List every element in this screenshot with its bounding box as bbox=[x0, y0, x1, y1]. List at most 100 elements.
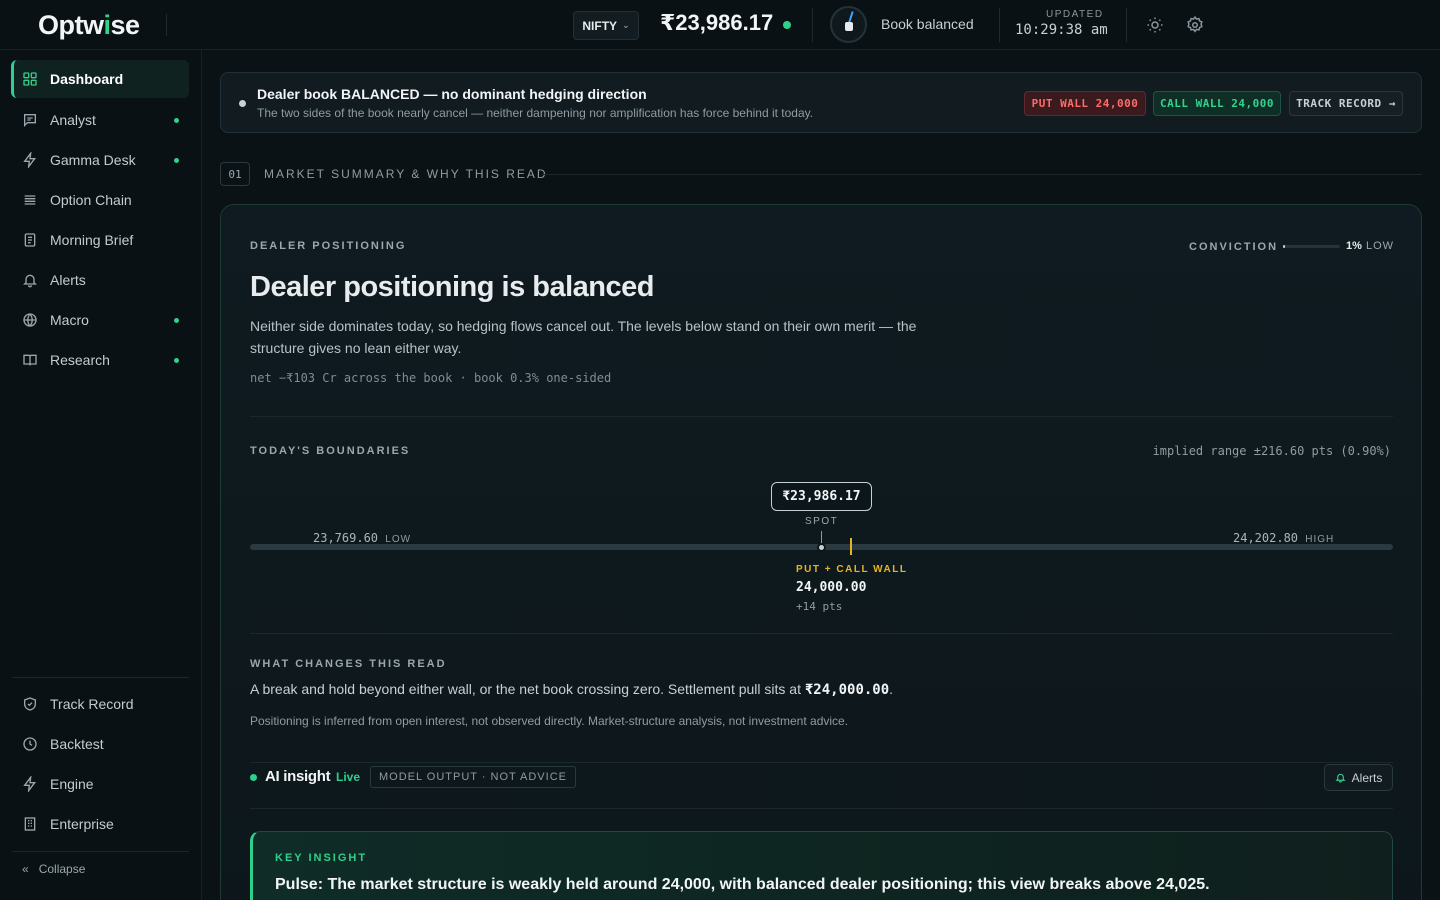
gear-icon[interactable] bbox=[1186, 16, 1204, 34]
live-status-dot bbox=[250, 774, 257, 781]
wall-value: 24,000.00 bbox=[796, 580, 867, 595]
range-low-value: 23,769.60 bbox=[313, 531, 379, 545]
spot-price: ₹23,986.17 bbox=[660, 10, 774, 35]
clock-icon bbox=[23, 737, 37, 751]
bolt-icon bbox=[23, 776, 36, 792]
sidebar-item-macro[interactable]: Macro bbox=[11, 301, 189, 339]
dealer-positioning-card: DEALER POSITIONING CONVICTION 1% LOW Dea… bbox=[220, 204, 1422, 900]
sidebar-item-alerts[interactable]: Alerts bbox=[11, 261, 189, 299]
sidebar-item-label: Alerts bbox=[50, 272, 86, 288]
card-eyebrow: DEALER POSITIONING bbox=[250, 240, 407, 252]
sidebar-item-label: Analyst bbox=[50, 112, 96, 128]
book-state: Book balanced bbox=[881, 16, 974, 32]
updated-label: UPDATED bbox=[1046, 9, 1104, 20]
divider bbox=[12, 851, 189, 852]
banner-title: Dealer book BALANCED — no dominant hedgi… bbox=[257, 86, 647, 102]
sidebar: Dashboard Analyst Gamma Desk Option Chai… bbox=[0, 50, 202, 900]
book-icon bbox=[23, 354, 37, 366]
sidebar-item-label: Backtest bbox=[50, 736, 104, 752]
logo[interactable]: Optwise bbox=[38, 10, 140, 41]
changes-text: A break and hold beyond either wall, or … bbox=[250, 681, 894, 698]
range-low: 23,769.60 LOW bbox=[313, 531, 411, 545]
conviction-bar-fill bbox=[1283, 245, 1285, 248]
sidebar-item-label: Engine bbox=[50, 776, 94, 792]
card-description: Neither side dominates today, so hedging… bbox=[250, 318, 917, 356]
page-title: Dealer positioning is balanced bbox=[250, 271, 655, 303]
wall-marker bbox=[850, 538, 852, 555]
ticker-label: NIFTY bbox=[582, 18, 618, 33]
sidebar-item-engine[interactable]: Engine bbox=[11, 765, 189, 803]
conviction-label: CONVICTION bbox=[1189, 241, 1279, 253]
sidebar-item-label: Option Chain bbox=[50, 192, 132, 208]
banner-subtitle: The two sides of the book nearly cancel … bbox=[257, 106, 814, 120]
put-wall-badge[interactable]: PUT WALL 24,000 bbox=[1024, 91, 1146, 116]
sidebar-item-option-chain[interactable]: Option Chain bbox=[11, 181, 189, 219]
top-bar: Optwise NIFTY ⌄ ₹23,986.17 Book balanced… bbox=[0, 0, 1440, 50]
divider bbox=[12, 677, 189, 678]
sun-icon[interactable] bbox=[1146, 16, 1164, 34]
divider bbox=[250, 762, 1393, 763]
collapse-button[interactable]: « Collapse bbox=[22, 862, 85, 876]
collapse-label: Collapse bbox=[38, 862, 86, 876]
sidebar-item-backtest[interactable]: Backtest bbox=[11, 725, 189, 763]
implied-range: implied range ±216.60 pts (0.90%) bbox=[1152, 444, 1391, 458]
key-insight-text: Pulse: The market structure is weakly he… bbox=[275, 876, 1210, 893]
bolt-icon bbox=[23, 152, 36, 168]
track-record-button[interactable]: TRACK RECORD → bbox=[1289, 91, 1403, 116]
section-title: MARKET SUMMARY & WHY THIS READ bbox=[264, 167, 548, 181]
sidebar-item-label: Dashboard bbox=[50, 71, 124, 87]
updated-time: 10:29:38 am bbox=[1015, 22, 1108, 38]
bell-icon bbox=[1335, 773, 1346, 783]
sidebar-item-label: Research bbox=[50, 352, 110, 368]
sidebar-item-research[interactable]: Research bbox=[11, 341, 189, 379]
sidebar-item-dashboard[interactable]: Dashboard bbox=[11, 60, 189, 98]
conviction-value: 1% bbox=[1346, 240, 1362, 252]
live-badge: Live bbox=[336, 770, 361, 784]
sidebar-item-analyst[interactable]: Analyst bbox=[11, 101, 189, 139]
key-insight-panel: KEY INSIGHT Pulse: The market structure … bbox=[250, 831, 1393, 900]
ticker-select[interactable]: NIFTY ⌄ bbox=[573, 11, 639, 40]
wall-distance: +14 pts bbox=[796, 600, 843, 613]
sidebar-item-label: Enterprise bbox=[50, 816, 114, 832]
alerts-button[interactable]: Alerts bbox=[1324, 764, 1393, 791]
sidebar-item-enterprise[interactable]: Enterprise bbox=[11, 805, 189, 843]
model-output-badge: MODEL OUTPUT · NOT ADVICE bbox=[370, 766, 576, 788]
changes-label: WHAT CHANGES THIS READ bbox=[250, 658, 447, 670]
ai-insight-title: AI insight bbox=[265, 768, 331, 785]
conviction-bar bbox=[1283, 245, 1340, 248]
status-dot bbox=[174, 118, 179, 123]
sidebar-item-label: Morning Brief bbox=[50, 232, 134, 248]
bell-icon bbox=[23, 274, 37, 288]
status-dot bbox=[174, 358, 179, 363]
divider bbox=[166, 14, 167, 36]
status-dot bbox=[174, 318, 179, 323]
settlement-value: ₹24,000.00 bbox=[804, 682, 890, 698]
sidebar-item-track-record[interactable]: Track Record bbox=[11, 685, 189, 723]
sidebar-item-morning-brief[interactable]: Morning Brief bbox=[11, 221, 189, 259]
wall-label: PUT + CALL WALL bbox=[796, 564, 908, 575]
boundaries-label: TODAY'S BOUNDARIES bbox=[250, 445, 411, 457]
shield-icon bbox=[24, 697, 36, 711]
divider bbox=[542, 174, 1422, 175]
status-banner: Dealer book BALANCED — no dominant hedgi… bbox=[220, 72, 1422, 133]
divider bbox=[999, 8, 1000, 42]
building-icon bbox=[24, 817, 36, 831]
divider bbox=[250, 633, 1393, 634]
live-status-dot bbox=[783, 21, 791, 29]
divider bbox=[812, 8, 813, 42]
sidebar-item-gamma-desk[interactable]: Gamma Desk bbox=[11, 141, 189, 179]
sidebar-item-label: Macro bbox=[50, 312, 89, 328]
key-insight-label: KEY INSIGHT bbox=[275, 852, 368, 864]
gauge-icon bbox=[830, 6, 867, 43]
status-dot bbox=[174, 158, 179, 163]
divider bbox=[1126, 8, 1127, 42]
alerts-button-label: Alerts bbox=[1351, 770, 1383, 785]
call-wall-badge[interactable]: CALL WALL 24,000 bbox=[1153, 91, 1281, 116]
divider bbox=[250, 416, 1393, 417]
chat-icon bbox=[24, 114, 36, 127]
list-icon bbox=[24, 195, 36, 205]
spot-value-box: ₹23,986.17 bbox=[771, 482, 872, 511]
sidebar-item-label: Track Record bbox=[50, 696, 134, 712]
spot-marker bbox=[817, 543, 826, 552]
sidebar-item-label: Gamma Desk bbox=[50, 152, 136, 168]
